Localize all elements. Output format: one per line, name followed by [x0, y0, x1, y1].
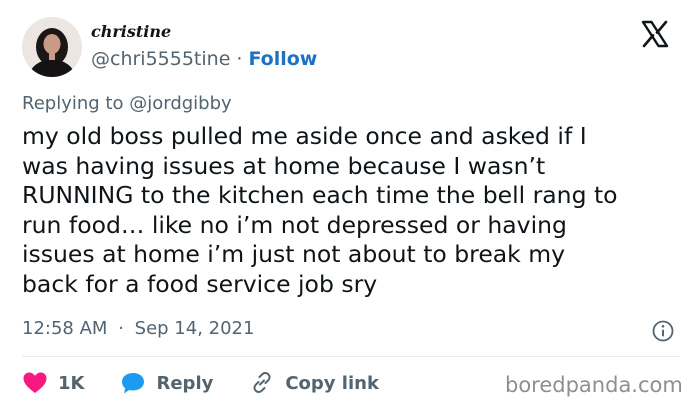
tweet-line: RUNNING to the kitchen each time the bel…	[22, 181, 618, 209]
handle-separator: ·	[236, 48, 243, 70]
copy-link-label: Copy link	[285, 372, 379, 394]
like-button[interactable]: 1K	[22, 371, 84, 395]
info-icon[interactable]	[651, 319, 675, 343]
avatar[interactable]	[22, 17, 82, 77]
timestamp-separator: ·	[118, 318, 124, 339]
tweet-line: back for a food service job sry	[22, 269, 378, 298]
tweet-line: was having issues at home because I wasn…	[22, 151, 546, 180]
reply-button[interactable]: Reply	[120, 371, 213, 395]
tweet-date: Sep 14, 2021	[134, 318, 255, 339]
copy-link-button[interactable]: Copy link	[249, 371, 379, 395]
replying-to-mention[interactable]: @jordgibby	[129, 93, 231, 114]
tweet-line: my old boss pulled me aside once and ask…	[22, 122, 587, 150]
tweet-timestamp[interactable]: 12:58 AM · Sep 14, 2021	[22, 318, 254, 339]
watermark: boredpanda.com	[505, 373, 683, 397]
author-handle[interactable]: @chri5555tine	[91, 48, 230, 70]
replying-to: Replying to @jordgibby	[22, 93, 232, 114]
follow-button[interactable]: Follow	[248, 48, 317, 70]
reply-label: Reply	[156, 372, 214, 394]
x-logo-icon[interactable]	[640, 19, 670, 49]
author-handle-row: @chri5555tine · Follow	[91, 48, 317, 70]
heart-icon	[23, 372, 47, 393]
tweet-line: issues at home i’m just not about to bre…	[22, 240, 566, 268]
link-icon	[253, 371, 271, 394]
replying-to-prefix: Replying to	[22, 93, 124, 114]
author-display-name[interactable]: christine	[91, 22, 171, 41]
like-count: 1K	[58, 372, 85, 394]
author-name-row: christine	[91, 22, 171, 41]
tweet-time: 12:58 AM	[22, 318, 108, 339]
reply-bubble-icon	[122, 373, 145, 394]
tweet-text: my old boss pulled me aside once and ask…	[22, 122, 682, 299]
tweet-line: run food… like no i’m not depressed or h…	[22, 210, 567, 239]
tweet-card: christine @chri5555tine · Follow Replyin…	[0, 0, 700, 410]
action-bar: 1K Reply Copy link	[22, 370, 415, 396]
divider	[22, 356, 680, 357]
